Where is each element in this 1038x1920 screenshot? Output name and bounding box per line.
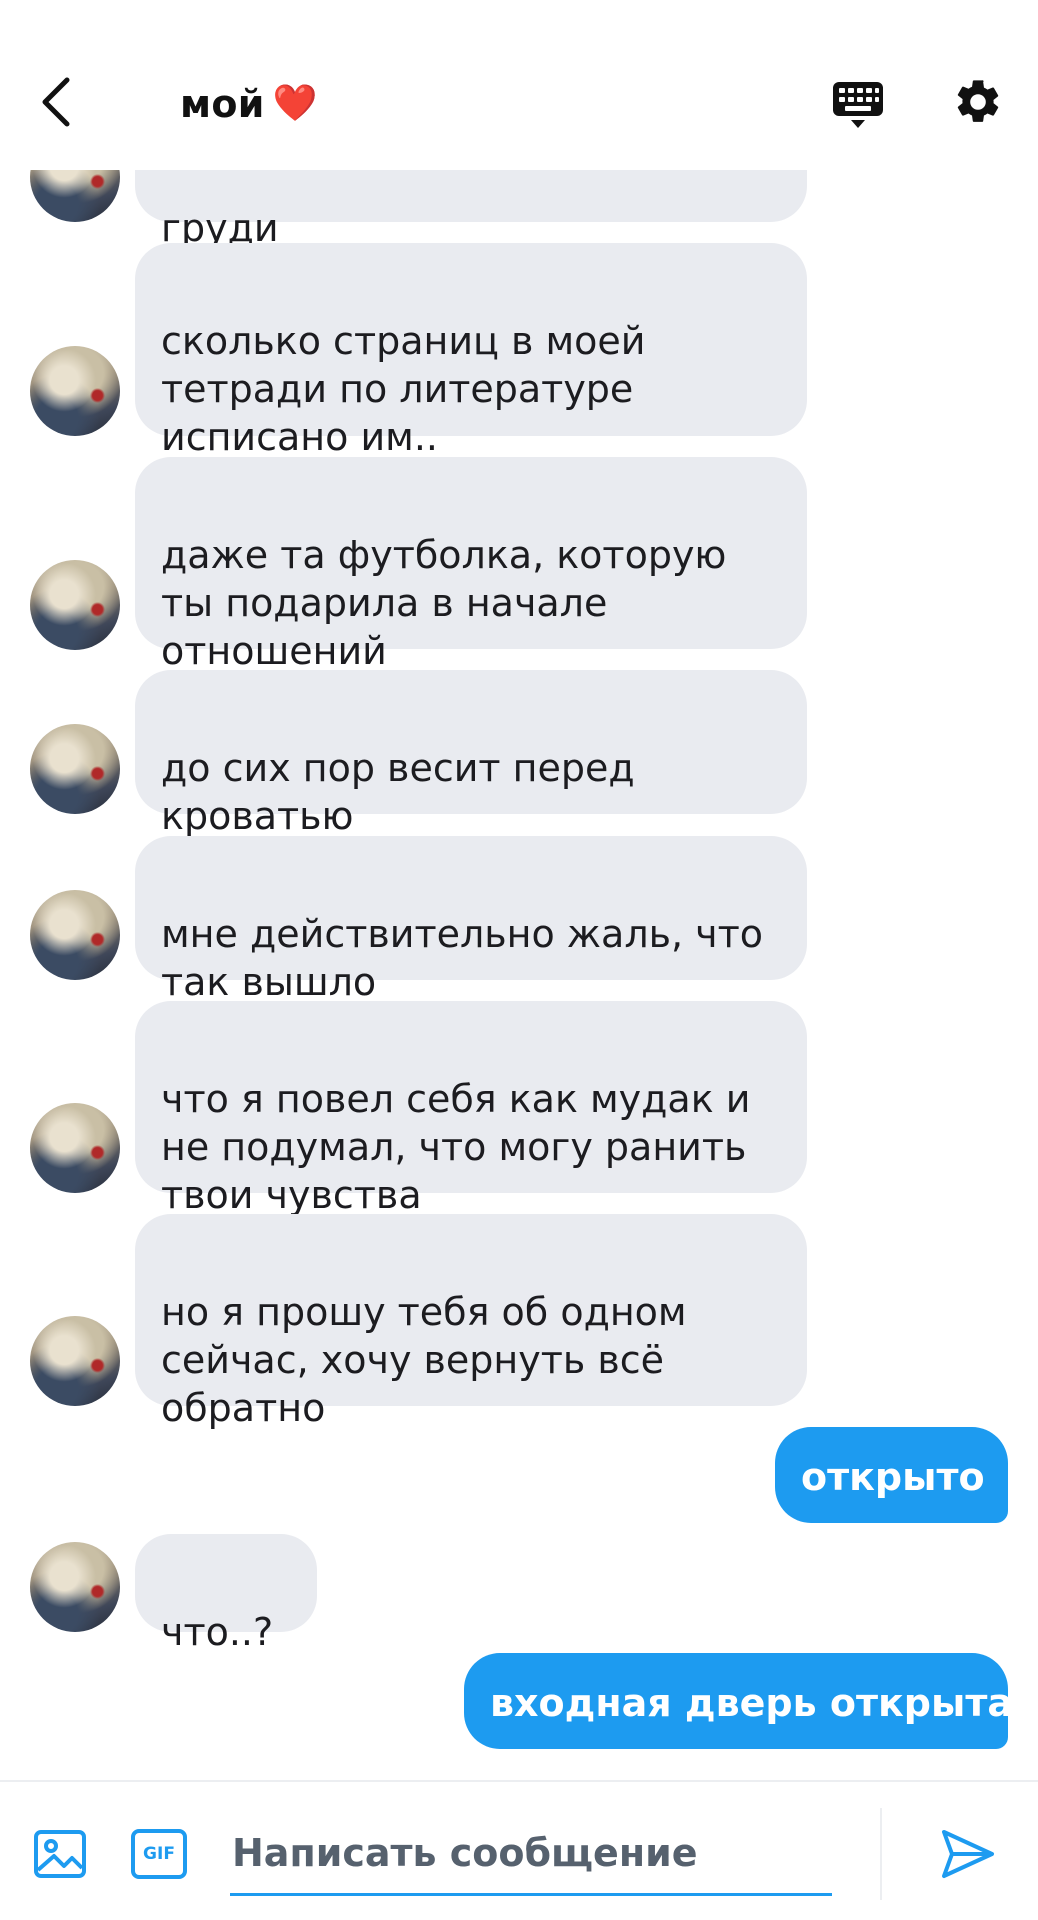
avatar[interactable] xyxy=(30,1542,120,1632)
message-text: что..? xyxy=(161,1610,274,1654)
back-button[interactable] xyxy=(30,70,80,134)
keyboard-button[interactable] xyxy=(828,74,888,134)
avatar[interactable] xyxy=(30,346,120,436)
conversation-title[interactable]: мой ❤️ xyxy=(180,78,318,130)
message-bubble-outgoing[interactable]: входная дверь открыта xyxy=(464,1653,1013,1749)
message-bubble-outgoing[interactable]: открыто xyxy=(775,1427,1008,1523)
message-bubble-incoming[interactable]: что я повел себя как мудак и не подумал,… xyxy=(135,1001,807,1217)
message-text: до сих пор весит перед кроватью xyxy=(161,746,635,838)
gear-icon xyxy=(957,80,999,122)
keyboard-icon xyxy=(833,82,883,128)
message-text: но я прошу тебя об одном сейчас, хочу ве… xyxy=(161,1290,687,1430)
message-bubble-incoming[interactable]: сколько страниц в моей тетради по литера… xyxy=(135,243,807,459)
message-text: входная дверь открыта xyxy=(490,1681,1014,1725)
dm-conversation-screen: груди сколько страниц в моей тетради по … xyxy=(0,0,1038,1920)
send-button[interactable] xyxy=(938,1824,998,1884)
image-icon xyxy=(34,1830,86,1878)
message-text: открыто xyxy=(801,1455,985,1499)
composer-divider xyxy=(880,1808,882,1900)
avatar[interactable] xyxy=(30,1103,120,1193)
settings-button[interactable] xyxy=(948,72,1008,132)
avatar[interactable] xyxy=(30,560,120,650)
send-icon xyxy=(942,1830,994,1878)
message-input[interactable] xyxy=(230,1812,832,1896)
avatar[interactable] xyxy=(30,724,120,814)
add-image-button[interactable] xyxy=(32,1826,88,1882)
gif-label: GIF xyxy=(143,1844,175,1864)
message-bubble-incoming[interactable]: мне действительно жаль, что так вышло xyxy=(135,836,807,1004)
contact-name: мой xyxy=(180,82,265,126)
avatar[interactable] xyxy=(30,890,120,980)
heart-emoji: ❤️ xyxy=(272,83,318,124)
message-text: сколько страниц в моей тетради по литера… xyxy=(161,319,646,459)
message-bubble-incoming[interactable]: даже та футболка, которую ты подарила в … xyxy=(135,457,807,673)
message-list[interactable]: груди сколько страниц в моей тетради по … xyxy=(0,0,1038,1780)
chevron-left-icon xyxy=(42,77,70,127)
avatar[interactable] xyxy=(30,1316,120,1406)
add-gif-button[interactable]: GIF xyxy=(130,1826,188,1882)
message-text: даже та футболка, которую ты подарила в … xyxy=(161,533,727,673)
message-bubble-incoming[interactable]: что..? xyxy=(135,1534,317,1654)
message-composer: GIF xyxy=(0,1780,1038,1920)
message-bubble-incoming[interactable]: до сих пор весит перед кроватью xyxy=(135,670,807,838)
conversation-header: мой ❤️ xyxy=(0,0,1038,170)
message-bubble-incoming[interactable]: но я прошу тебя об одном сейчас, хочу ве… xyxy=(135,1214,807,1430)
message-text: что я повел себя как мудак и не подумал,… xyxy=(161,1077,751,1217)
message-text: мне действительно жаль, что так вышло xyxy=(161,912,764,1004)
